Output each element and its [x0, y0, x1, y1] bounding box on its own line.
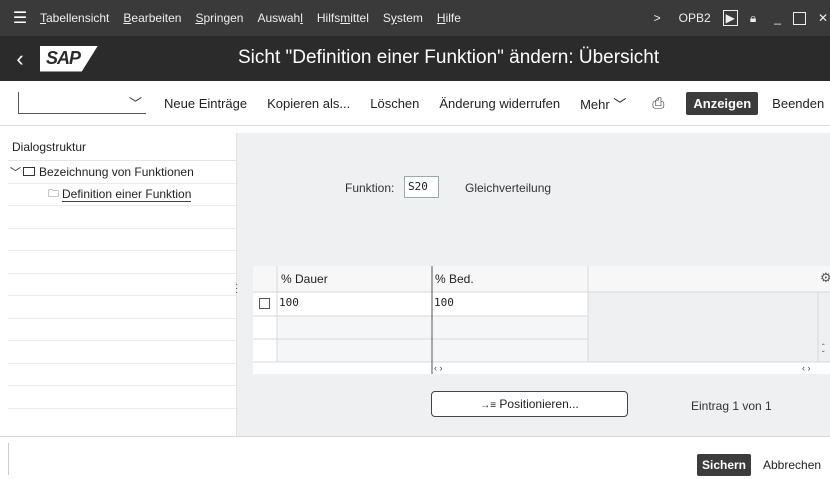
maximize-icon[interactable]: [792, 11, 806, 25]
list-item: [8, 341, 236, 364]
tree-node-child-label: Definition einer Funktion: [62, 186, 192, 202]
entry-info: Eintrag 1 von 1: [691, 399, 772, 413]
menu-item-springen[interactable]: Springen: [195, 11, 243, 25]
menubar-right: > OPB2 ▶ 🔒︎ _ ✕: [642, 0, 830, 36]
more-label: Mehr: [580, 96, 610, 112]
list-item: [8, 319, 236, 341]
tree-node-parent[interactable]: ﹀ Bezeichnung von Funktionen: [8, 161, 236, 184]
list-item: [8, 296, 236, 319]
table-settings-icon[interactable]: ⚙: [820, 270, 830, 286]
expand-icon[interactable]: ﹀: [10, 164, 21, 180]
menu-item-system[interactable]: System: [383, 11, 423, 25]
column-header-dauer[interactable]: % Dauer: [281, 272, 328, 286]
command-field[interactable]: ﹀: [18, 92, 146, 114]
drag-handle-icon[interactable]: · · ·: [235, 280, 238, 298]
exit-button[interactable]: Beenden: [772, 96, 824, 111]
column-header-bed[interactable]: % Bed.: [435, 272, 474, 286]
status-field: [8, 443, 688, 475]
menu-item-tabellensicht[interactable]: Tabellensicht: [40, 11, 109, 25]
new-entries-button[interactable]: Neue Einträge: [164, 96, 247, 111]
chevron-down-icon: ﹀: [613, 96, 627, 112]
function-label: Funktion:: [345, 181, 395, 195]
lock-icon[interactable]: 🔒︎: [750, 11, 756, 26]
menu-item-auswahl[interactable]: Auswahl: [257, 11, 302, 25]
play-icon[interactable]: ▶: [722, 10, 738, 26]
folder-icon: [23, 167, 35, 177]
horizontal-scroll-arrows-right[interactable]: ‹ ›: [802, 363, 811, 373]
horizontal-scroll-arrows[interactable]: ‹ ›: [434, 363, 443, 373]
menu-item-bearbeiten[interactable]: Bearbeiten: [123, 11, 181, 25]
menu-item-hilfe[interactable]: Hilfe: [437, 11, 461, 25]
cancel-button[interactable]: Abbrechen: [763, 458, 821, 472]
application-toolbar: ﹀ Neue Einträge Kopieren als... Löschen …: [0, 81, 830, 126]
back-icon[interactable]: ‹: [0, 46, 40, 72]
sap-logo: SAP: [40, 45, 98, 72]
minimize-icon[interactable]: _: [774, 11, 781, 25]
delete-button[interactable]: Löschen: [370, 96, 419, 111]
position-button-label: Positionieren...: [499, 397, 579, 411]
list-item: [8, 229, 236, 251]
display-button[interactable]: Anzeigen: [686, 91, 759, 115]
copy-as-button[interactable]: Kopieren als...: [267, 96, 350, 111]
tree-node-parent-label: Bezeichnung von Funktionen: [39, 164, 194, 179]
more-button[interactable]: Mehr ﹀: [580, 94, 626, 113]
cell-dauer[interactable]: 100: [279, 296, 299, 309]
vertical-scroll-arrows[interactable]: ˆˇ: [822, 344, 825, 359]
position-button[interactable]: →≡ Positionieren...: [431, 391, 628, 417]
main-content: Funktion: S20 Gleichverteilung % Dauer %…: [240, 133, 830, 436]
function-description: Gleichverteilung: [465, 181, 552, 195]
list-item: [8, 251, 236, 274]
page-title: Sicht "Definition einer Funktion" ändern…: [238, 47, 660, 68]
footer-bar: Sichern Abbrechen: [0, 436, 830, 479]
list-item: [8, 364, 236, 386]
data-table: % Dauer % Bed. ⚙ 100 100 ‹ › ‹ › ˆˇ: [253, 266, 830, 374]
list-item: [8, 386, 236, 409]
table-grid: [253, 266, 830, 374]
function-field[interactable]: S20: [404, 176, 439, 198]
close-icon[interactable]: ✕: [818, 11, 828, 25]
transaction-code: OPB2: [678, 11, 711, 25]
more-menu-icon[interactable]: >: [654, 11, 661, 25]
undo-change-button[interactable]: Änderung widerrufen: [439, 96, 560, 111]
menu-item-hilfsmittel[interactable]: Hilfsmittel: [317, 11, 369, 25]
tree-node-child[interactable]: 🗀 Definition einer Funktion: [8, 184, 236, 206]
list-item: [8, 274, 236, 296]
list-item: [8, 206, 236, 229]
menu-bar: ☰ Tabellensicht Bearbeiten Springen Ausw…: [0, 0, 830, 36]
dialog-structure-panel: Dialogstruktur ﹀ Bezeichnung von Funktio…: [8, 133, 237, 436]
row-select-checkbox[interactable]: [259, 298, 270, 309]
cell-bed[interactable]: 100: [434, 296, 454, 309]
chevron-down-icon[interactable]: ﹀: [129, 93, 142, 112]
dialog-structure-header: Dialogstruktur: [8, 133, 236, 161]
title-bar: ‹ SAP Sicht "Definition einer Funktion" …: [0, 36, 830, 81]
hamburger-menu-icon[interactable]: ☰: [0, 8, 40, 28]
open-folder-icon: 🗀: [48, 187, 59, 200]
position-icon: →≡: [480, 400, 497, 411]
save-button[interactable]: Sichern: [697, 454, 752, 476]
print-icon[interactable]: ⎙: [652, 95, 664, 112]
